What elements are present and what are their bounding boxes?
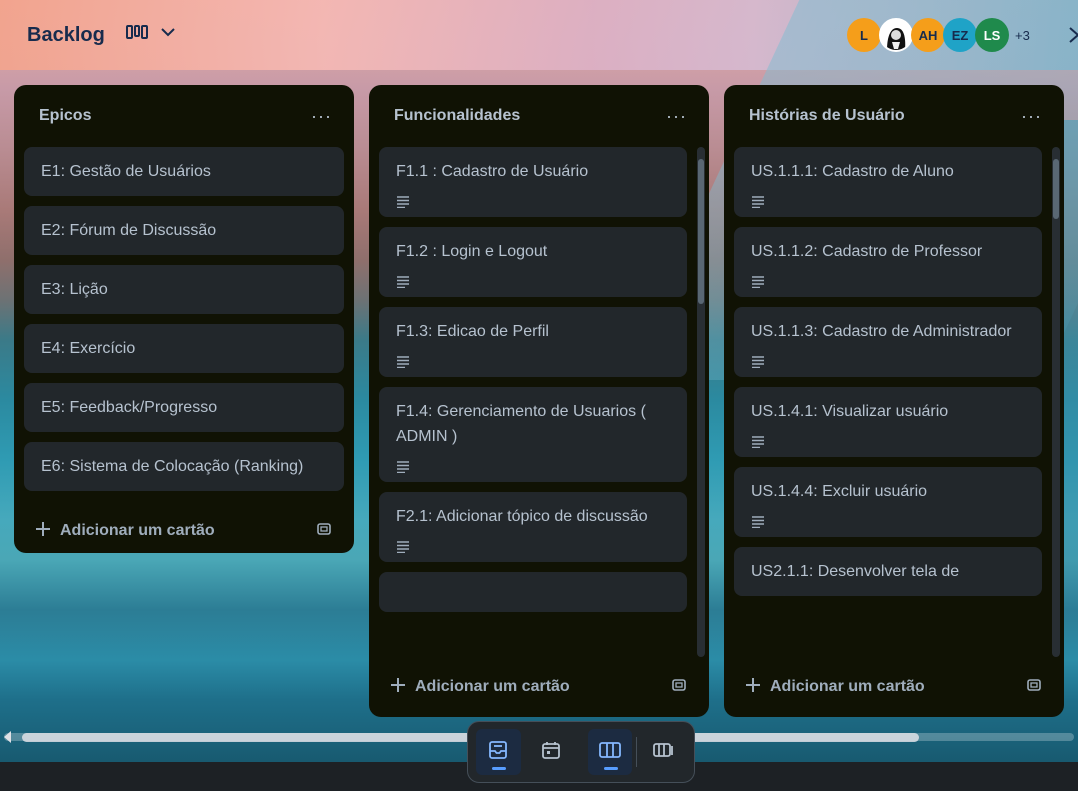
card[interactable]: E3: Lição bbox=[24, 265, 344, 314]
card[interactable]: E1: Gestão de Usuários bbox=[24, 147, 344, 196]
card[interactable]: US.1.1.2: Cadastro de Professor bbox=[734, 227, 1042, 297]
create-from-template-icon[interactable] bbox=[1026, 677, 1042, 698]
card-title: F1.2 : Login e Logout bbox=[396, 243, 548, 260]
description-icon bbox=[751, 511, 1025, 529]
description-icon bbox=[751, 191, 1025, 209]
divider bbox=[636, 737, 638, 767]
chevron-down-icon[interactable] bbox=[160, 24, 176, 40]
plus-icon bbox=[36, 521, 50, 541]
avatar[interactable]: L bbox=[847, 18, 881, 52]
list-menu-icon[interactable]: ··· bbox=[311, 107, 332, 125]
list-historias-de-usuario: Histórias de Usuário ··· US.1.1.1: Cadas… bbox=[724, 85, 1064, 717]
scrollbar-thumb[interactable] bbox=[1053, 159, 1059, 219]
more-members-count[interactable]: +3 bbox=[1015, 28, 1030, 43]
card-title: E5: Feedback/Progresso bbox=[41, 399, 218, 416]
create-from-template-icon[interactable] bbox=[671, 677, 687, 698]
description-icon bbox=[396, 456, 670, 474]
view-switcher bbox=[467, 721, 695, 783]
card[interactable]: E5: Feedback/Progresso bbox=[24, 383, 344, 432]
switch-boards-icon bbox=[652, 741, 675, 764]
description-icon bbox=[751, 271, 1025, 289]
board-icon bbox=[598, 741, 621, 764]
card-title: F1.1 : Cadastro de Usuário bbox=[396, 163, 589, 180]
avatar[interactable]: AH bbox=[911, 18, 945, 52]
board-button[interactable] bbox=[587, 729, 633, 775]
add-card-label: Adicionar um cartão bbox=[415, 678, 570, 695]
card-title: US.1.1.3: Cadastro de Administrador bbox=[751, 323, 1012, 340]
card-title: E2: Fórum de Discussão bbox=[41, 222, 217, 239]
list-menu-icon[interactable]: ··· bbox=[1021, 107, 1042, 125]
add-card-button[interactable]: Adicionar um cartão bbox=[36, 521, 215, 541]
inbox-button[interactable] bbox=[476, 729, 521, 775]
card-title: E6: Sistema de Colocação (Ranking) bbox=[41, 458, 304, 475]
card[interactable]: F1.3: Edicao de Perfil bbox=[379, 307, 687, 377]
card-title: E4: Exercício bbox=[41, 340, 136, 357]
card[interactable]: US2.1.1: Desenvolver tela de bbox=[734, 547, 1042, 596]
card[interactable]: US.1.1.3: Cadastro de Administrador bbox=[734, 307, 1042, 377]
description-icon bbox=[396, 536, 670, 554]
card[interactable]: F1.4: Gerenciamento de Usuarios ( ADMIN … bbox=[379, 387, 687, 482]
scroll-left-arrow-icon[interactable] bbox=[4, 731, 11, 743]
card[interactable]: E2: Fórum de Discussão bbox=[24, 206, 344, 255]
card[interactable]: E6: Sistema de Colocação (Ranking) bbox=[24, 442, 344, 491]
avatar[interactable]: EZ bbox=[943, 18, 977, 52]
card-title: F1.4: Gerenciamento de Usuarios ( ADMIN … bbox=[396, 403, 646, 445]
board-view-switcher[interactable] bbox=[126, 24, 176, 40]
list-scrollbar[interactable] bbox=[1052, 147, 1060, 657]
card[interactable]: F2.1: Adicionar tópico de discussão bbox=[379, 492, 687, 562]
list-funcionalidades: Funcionalidades ··· F1.1 : Cadastro de U… bbox=[369, 85, 709, 717]
card[interactable]: US.1.4.4: Excluir usuário bbox=[734, 467, 1042, 537]
description-icon bbox=[751, 431, 1025, 449]
card-title: US.1.4.4: Excluir usuário bbox=[751, 483, 928, 500]
card-title: E3: Lição bbox=[41, 281, 108, 298]
plus-icon bbox=[746, 677, 760, 697]
board-view-icon[interactable] bbox=[126, 24, 148, 40]
calendar-icon bbox=[541, 740, 561, 765]
add-card-label: Adicionar um cartão bbox=[60, 522, 215, 539]
card[interactable]: E4: Exercício bbox=[24, 324, 344, 373]
list-title[interactable]: Epicos bbox=[39, 107, 91, 125]
card-title: US.1.1.1: Cadastro de Aluno bbox=[751, 163, 954, 180]
card-title: F2.1: Adicionar tópico de discussão bbox=[396, 508, 648, 525]
inbox-icon bbox=[488, 740, 508, 765]
card[interactable]: F1.2 : Login e Logout bbox=[379, 227, 687, 297]
card[interactable]: US.1.4.1: Visualizar usuário bbox=[734, 387, 1042, 457]
list-epicos: Epicos ··· E1: Gestão de Usuários E2: Fó… bbox=[14, 85, 354, 553]
list-scrollbar[interactable] bbox=[697, 147, 705, 657]
board-header: Backlog L AH EZ LS +3 bbox=[0, 0, 1078, 70]
card[interactable] bbox=[379, 572, 687, 612]
list-title[interactable]: Funcionalidades bbox=[394, 107, 520, 125]
add-card-label: Adicionar um cartão bbox=[770, 678, 925, 695]
share-icon[interactable] bbox=[1068, 26, 1078, 49]
list-menu-icon[interactable]: ··· bbox=[666, 107, 687, 125]
create-from-template-icon[interactable] bbox=[316, 521, 332, 542]
card[interactable]: F1.1 : Cadastro de Usuário bbox=[379, 147, 687, 217]
card-title: E1: Gestão de Usuários bbox=[41, 163, 211, 180]
add-card-button[interactable]: Adicionar um cartão bbox=[391, 677, 570, 697]
card[interactable]: US.1.1.1: Cadastro de Aluno bbox=[734, 147, 1042, 217]
description-icon bbox=[396, 191, 670, 209]
plus-icon bbox=[391, 677, 405, 697]
avatar[interactable]: LS bbox=[975, 18, 1009, 52]
description-icon bbox=[396, 271, 670, 289]
card-title: F1.3: Edicao de Perfil bbox=[396, 323, 549, 340]
board-members[interactable]: L AH EZ LS +3 bbox=[847, 18, 1030, 52]
description-icon bbox=[396, 351, 670, 369]
list-title[interactable]: Histórias de Usuário bbox=[749, 107, 905, 125]
board-title[interactable]: Backlog bbox=[27, 24, 105, 47]
add-card-button[interactable]: Adicionar um cartão bbox=[746, 677, 925, 697]
calendar-button[interactable] bbox=[529, 729, 574, 775]
switch-boards-button[interactable] bbox=[641, 729, 686, 775]
card-title: US2.1.1: Desenvolver tela de bbox=[751, 563, 960, 580]
avatar[interactable] bbox=[879, 18, 913, 52]
card-title: US.1.4.1: Visualizar usuário bbox=[751, 403, 949, 420]
scrollbar-thumb[interactable] bbox=[698, 159, 704, 304]
description-icon bbox=[751, 351, 1025, 369]
card-title: US.1.1.2: Cadastro de Professor bbox=[751, 243, 983, 260]
